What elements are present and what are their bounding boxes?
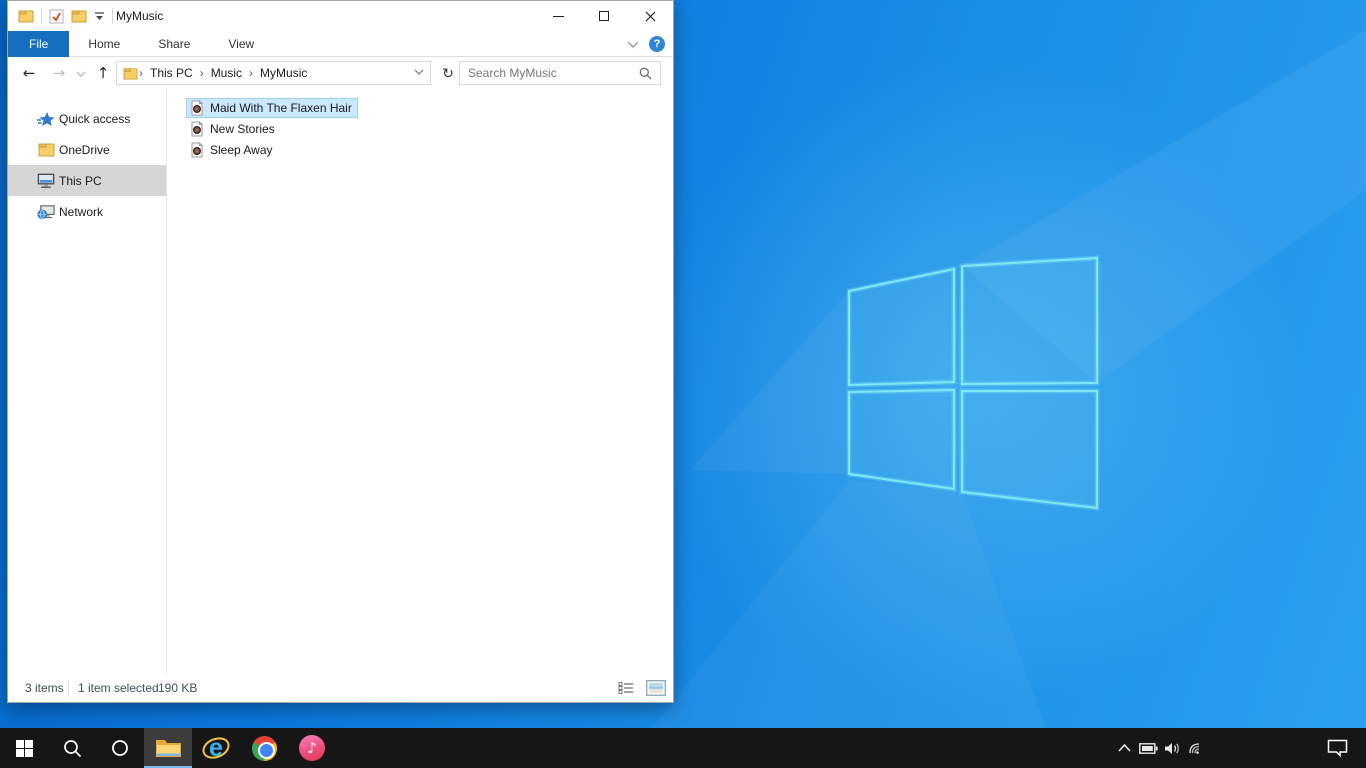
speaker-icon [1164,742,1179,754]
large-icons-view-button[interactable] [645,678,667,698]
quick-access-star-icon [37,110,55,128]
breadcrumb-music[interactable]: Music [205,62,248,84]
file-row-maid-with-the-flaxen-hair[interactable]: Maid With The Flaxen Hair [168,97,673,118]
refresh-button[interactable]: ↻ [437,63,459,85]
file-name: Sleep Away [210,142,273,157]
sidebar-item-this-pc[interactable]: This PC [8,165,166,196]
recent-locations-chevron-icon[interactable] [74,71,88,77]
music-file-icon [191,120,204,136]
maximize-icon [599,11,609,21]
status-bar: 3 items 1 item selected 190 KB [8,674,673,702]
explorer-app-icon [18,10,34,23]
selection-count: 1 item selected [78,681,159,695]
title-bar[interactable]: MyMusic [8,1,673,31]
customize-qat-chevron-icon[interactable] [94,11,105,21]
sidebar-item-network[interactable]: Network [8,196,166,227]
navigation-toolbar: ← → ↑ › This PC › Music › MyMusic ↻ [8,58,673,89]
caption-buttons [535,1,673,31]
expand-ribbon-chevron-icon[interactable] [627,41,639,48]
quick-access-toolbar [18,1,113,31]
this-pc-monitor-icon [37,172,55,190]
up-button[interactable]: ↑ [90,61,116,87]
battery-icon [1138,742,1158,754]
ribbon-tabs: File Home Share View [8,31,273,57]
details-view-icon [618,682,633,694]
tab-share[interactable]: Share [139,31,209,57]
minimize-button[interactable] [535,1,581,31]
file-row-sleep-away[interactable]: Sleep Away [168,139,673,160]
breadcrumb-this-pc[interactable]: This PC [144,62,199,84]
network-computer-icon [37,203,55,221]
large-icons-view-icon [646,680,666,696]
qat-separator [112,8,113,24]
action-center-icon [1327,739,1347,757]
action-center-button[interactable] [1322,728,1352,768]
battery-indicator[interactable] [1136,728,1160,768]
address-dropdown-chevron-icon[interactable] [414,69,424,75]
hidden-icons-button[interactable] [1112,728,1136,768]
ribbon-tab-row: File Home Share View ? [8,31,673,57]
maximize-button[interactable] [581,1,627,31]
chevron-up-icon [1117,744,1131,752]
details-view-button[interactable] [615,678,637,698]
tab-file[interactable]: File [8,31,70,57]
sidebar-item-label: Network [59,204,104,219]
sidebar-item-onedrive[interactable]: OneDrive [8,134,166,165]
tab-view[interactable]: View [209,31,273,57]
wifi-icon [1189,743,1200,754]
help-button[interactable]: ? [649,36,665,52]
minimize-icon [552,15,564,17]
explorer-body: Quick access OneDrive This PC Network Ma… [8,89,673,676]
navigation-pane: Quick access OneDrive This PC Network [8,89,167,676]
status-divider [68,681,69,695]
file-name: Maid With The Flaxen Hair [210,100,352,115]
address-folder-icon [123,67,138,80]
volume-indicator[interactable] [1160,728,1184,768]
qat-separator [41,8,42,24]
search-input[interactable] [468,63,628,83]
back-button[interactable]: ← [16,61,42,87]
selection-size: 190 KB [158,681,198,695]
file-list: Maid With The Flaxen Hair New Stories Sl… [168,89,673,676]
onedrive-folder-icon [37,141,55,159]
search-box [459,61,661,85]
breadcrumb-mymusic[interactable]: MyMusic [254,62,313,84]
file-explorer-window: MyMusic File Home Share View ? ← → ↑ › T… [7,0,674,703]
items-count: 3 items [25,681,64,695]
view-toggles [615,678,667,698]
file-name: New Stories [210,121,275,136]
ribbon-right-controls: ? [627,31,665,57]
tab-home[interactable]: Home [69,31,139,57]
sidebar-item-label: OneDrive [59,142,110,157]
help-glyph: ? [653,38,661,50]
sidebar-item-label: Quick access [59,111,131,126]
forward-button[interactable]: → [46,61,72,87]
music-file-icon [191,141,204,157]
window-title: MyMusic [116,9,164,23]
file-row-new-stories[interactable]: New Stories [168,118,673,139]
close-button[interactable] [627,1,673,31]
close-icon [645,11,655,21]
address-bar[interactable]: › This PC › Music › MyMusic [116,61,431,85]
sidebar-item-label: This PC [59,173,102,188]
properties-qat-icon[interactable] [49,9,64,24]
new-folder-qat-icon[interactable] [71,9,87,23]
system-tray [0,728,1366,768]
search-icon[interactable] [639,67,652,80]
wifi-indicator[interactable] [1185,728,1209,768]
music-file-icon [191,99,204,115]
sidebar-item-quick-access[interactable]: Quick access [8,103,166,134]
